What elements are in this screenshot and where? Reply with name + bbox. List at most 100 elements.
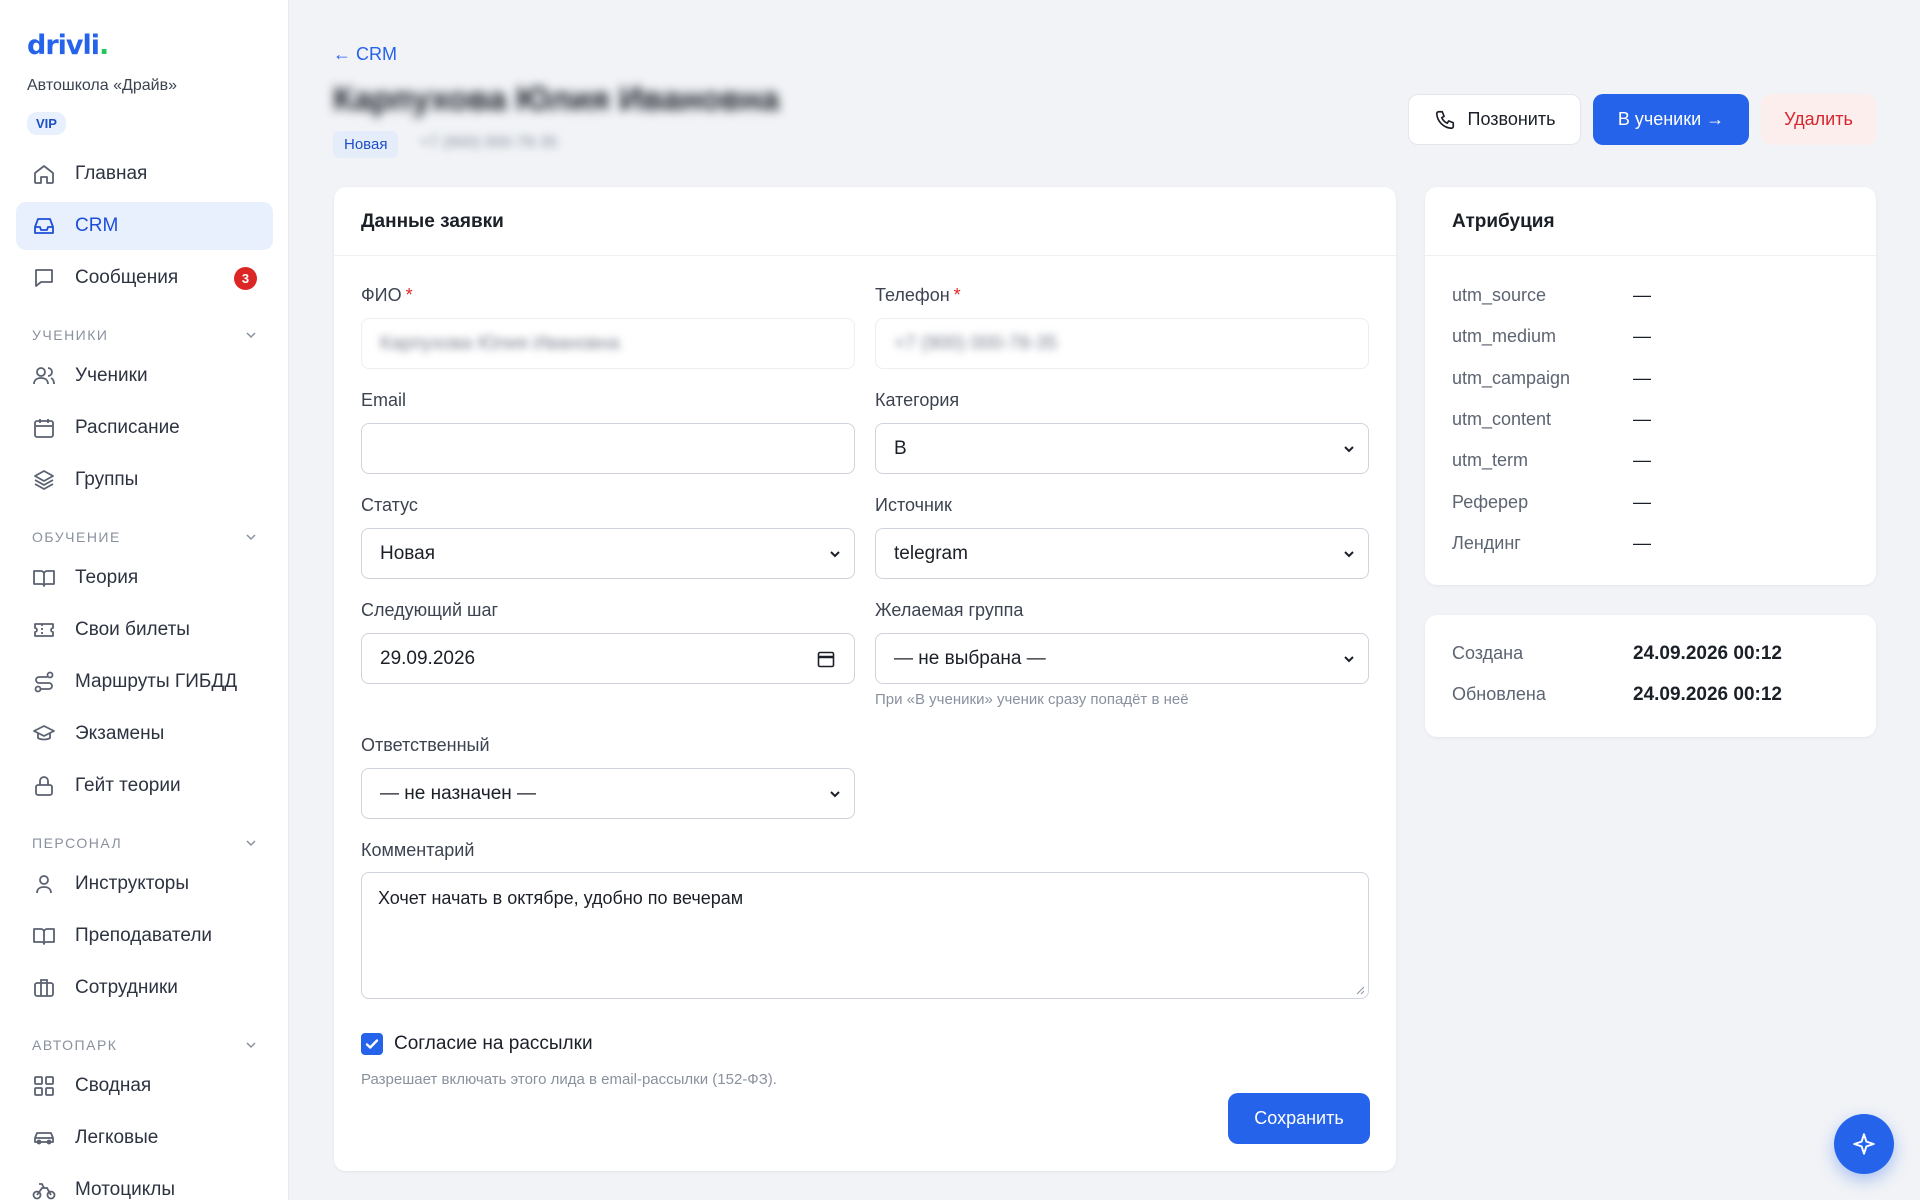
- lock-icon: [35, 776, 53, 796]
- responsible-label: Ответственный: [361, 735, 490, 755]
- attribution-card: Атрибуция utm_source — utm_medium — utm_…: [1425, 187, 1876, 585]
- section-staff[interactable]: ПЕРСОНАЛ: [32, 835, 258, 851]
- sidebar-item-label: Группы: [75, 469, 139, 490]
- lead-phone: +7 (900) 000-78-35: [420, 134, 558, 151]
- divider: [334, 255, 1396, 256]
- section-fleet[interactable]: АВТОПАРК: [32, 1037, 258, 1053]
- sidebar-item-cars[interactable]: Легковые: [16, 1114, 273, 1162]
- delete-button[interactable]: Удалить: [1761, 94, 1876, 145]
- sidebar: drivli. Автошкола «Драйв» VIP Главная CR…: [0, 0, 289, 1200]
- section-title: УЧЕНИКИ: [32, 327, 109, 343]
- logo[interactable]: drivli.: [27, 30, 109, 61]
- sidebar-item-label: Сводная: [75, 1075, 152, 1096]
- car-icon: [34, 1132, 54, 1145]
- consent-hint: Разрешает включать этого лида в email-ра…: [361, 1071, 777, 1088]
- card-title: Данные заявки: [361, 211, 504, 232]
- users-icon: [33, 367, 55, 385]
- section-students[interactable]: УЧЕНИКИ: [32, 327, 258, 343]
- attr-key: utm_medium: [1452, 326, 1557, 346]
- calendar-icon: [34, 419, 54, 438]
- section-title: АВТОПАРК: [32, 1037, 118, 1053]
- attr-value: —: [1633, 450, 1651, 470]
- plan-badge: VIP: [27, 112, 66, 135]
- phone-field[interactable]: +7 (900) 000-78-35: [875, 318, 1369, 369]
- sidebar-item-label: Сотрудники: [75, 977, 178, 998]
- chevron-down-icon: [830, 791, 840, 798]
- next-step-date-input[interactable]: 29.09.2026: [361, 633, 855, 684]
- sidebar-item-label: Инструкторы: [75, 873, 190, 894]
- route-icon: [34, 671, 54, 693]
- updated-value: 24.09.2026 00:12: [1633, 684, 1782, 705]
- next-step-label: Следующий шаг: [361, 600, 499, 620]
- sidebar-item-instructors[interactable]: Инструкторы: [16, 860, 273, 908]
- resize-grip-icon[interactable]: [1355, 985, 1365, 995]
- desired-group-label: Желаемая группа: [875, 600, 1024, 620]
- call-button-label: Позвонить: [1467, 109, 1556, 129]
- comment-label: Комментарий: [361, 840, 475, 860]
- chevron-down-icon: [830, 551, 840, 558]
- sidebar-item-label: Теория: [75, 567, 139, 588]
- save-button[interactable]: Сохранить: [1228, 1093, 1370, 1144]
- convert-to-student-button[interactable]: В ученики →: [1593, 94, 1749, 145]
- attr-key: utm_campaign: [1452, 368, 1571, 388]
- status-badge: Новая: [333, 131, 399, 158]
- bike-icon: [32, 1183, 56, 1200]
- attr-key: utm_content: [1452, 409, 1552, 429]
- attr-value: —: [1633, 533, 1651, 553]
- grid-icon: [34, 1076, 54, 1096]
- sidebar-item-tickets[interactable]: Свои билеты: [16, 606, 273, 654]
- sidebar-item-label: Экзамены: [75, 723, 165, 744]
- book-open-icon: [33, 928, 55, 945]
- sidebar-item-groups[interactable]: Группы: [16, 456, 273, 504]
- phone-label: Телефон *: [875, 285, 961, 305]
- email-field[interactable]: [361, 423, 855, 474]
- sidebar-item-employees[interactable]: Сотрудники: [16, 964, 273, 1012]
- sidebar-item-schedule[interactable]: Расписание: [16, 404, 273, 452]
- sidebar-item-theory-gate[interactable]: Гейт теории: [16, 762, 273, 810]
- consent-checkbox[interactable]: [361, 1033, 383, 1055]
- sidebar-item-label: Легковые: [75, 1127, 159, 1148]
- sidebar-item-theory[interactable]: Теория: [16, 554, 273, 602]
- sidebar-item-home[interactable]: Главная: [16, 150, 273, 198]
- checkmark-icon: [365, 1039, 379, 1049]
- sidebar-item-label: Свои билеты: [75, 619, 190, 640]
- consent-label[interactable]: Согласие на рассылки: [394, 1033, 593, 1055]
- assistant-button[interactable]: [1834, 1114, 1894, 1174]
- call-button[interactable]: Позвонить: [1408, 94, 1581, 145]
- category-label: Категория: [875, 390, 960, 410]
- sidebar-item-motorcycles[interactable]: Мотоциклы: [16, 1166, 273, 1200]
- school-name: Автошкола «Драйв»: [27, 77, 177, 94]
- sidebar-item-crm[interactable]: CRM: [16, 202, 273, 250]
- sidebar-item-label: Ученики: [75, 365, 148, 386]
- desired-group-hint: При «В ученики» ученик сразу попадёт в н…: [875, 691, 1189, 708]
- sidebar-item-summary[interactable]: Сводная: [16, 1062, 273, 1110]
- sidebar-item-teachers[interactable]: Преподаватели: [16, 912, 273, 960]
- comment-textarea[interactable]: Хочет начать в октябре, удобно по вечера…: [361, 872, 1369, 999]
- fio-field[interactable]: Карпухова Юлия Ивановна: [361, 318, 855, 369]
- email-label: Email: [361, 390, 407, 410]
- section-title: ОБУЧЕНИЕ: [32, 529, 121, 545]
- updated-label: Обновлена: [1452, 684, 1546, 704]
- source-label: Источник: [875, 495, 952, 515]
- status-select[interactable]: Новая: [361, 528, 855, 579]
- responsible-select[interactable]: — не назначен —: [361, 768, 855, 819]
- attr-value: —: [1633, 409, 1651, 429]
- source-select[interactable]: telegram: [875, 528, 1369, 579]
- sidebar-item-students[interactable]: Ученики: [16, 352, 273, 400]
- calendar-icon[interactable]: [816, 649, 836, 669]
- category-select[interactable]: B: [875, 423, 1369, 474]
- home-icon: [34, 165, 54, 184]
- layers-icon: [34, 470, 54, 490]
- user-icon: [36, 875, 52, 894]
- lead-name-title: Карпухова Юлия Ивановна: [333, 80, 780, 117]
- sidebar-item-label: Сообщения: [75, 267, 179, 288]
- sidebar-item-exams[interactable]: Экзамены: [16, 710, 273, 758]
- sidebar-item-messages[interactable]: Сообщения 3: [16, 254, 273, 302]
- desired-group-select[interactable]: — не выбрана —: [875, 633, 1369, 684]
- sidebar-item-label: Главная: [75, 163, 148, 184]
- section-training[interactable]: ОБУЧЕНИЕ: [32, 529, 258, 545]
- attr-key: Реферер: [1452, 492, 1529, 512]
- sidebar-item-routes[interactable]: Маршруты ГИБДД: [16, 658, 273, 706]
- back-to-crm-link[interactable]: ← CRM: [333, 44, 397, 65]
- sidebar-item-label: Преподаватели: [75, 925, 213, 946]
